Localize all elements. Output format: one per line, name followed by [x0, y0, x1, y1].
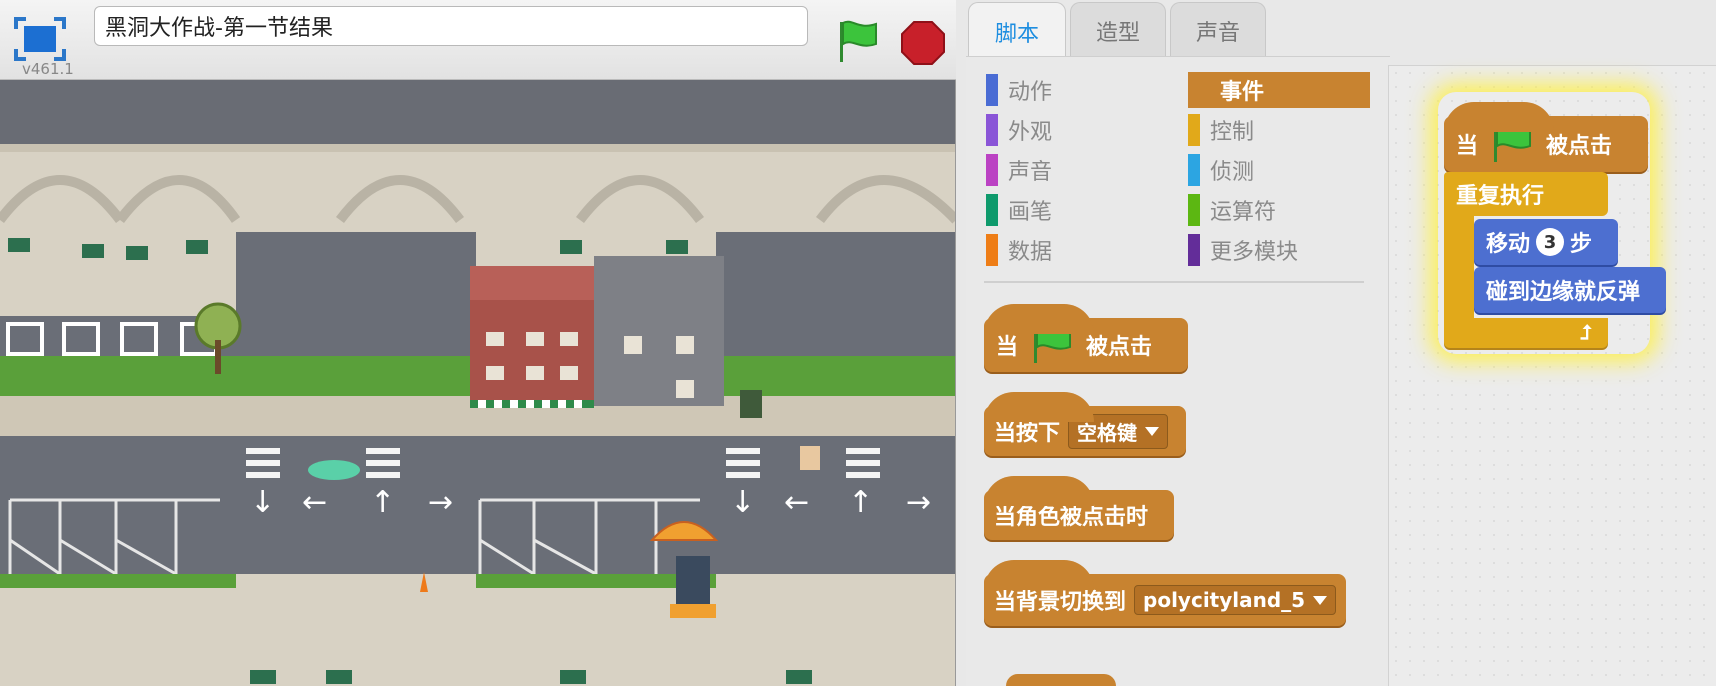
- fullscreen-icon[interactable]: [14, 17, 66, 61]
- forever-block-bottom: ⮥: [1444, 318, 1608, 348]
- category-control[interactable]: 控制: [1188, 112, 1370, 148]
- svg-text:↓: ↓: [250, 485, 275, 520]
- category-events[interactable]: 事件: [1188, 72, 1370, 108]
- category-label: 外观: [1008, 120, 1053, 145]
- block-text: 步: [1570, 232, 1593, 257]
- block-text: 移动: [1486, 232, 1531, 257]
- category-label: 更多模块: [1210, 240, 1299, 265]
- tab-scripts[interactable]: 脚本: [968, 2, 1066, 60]
- steps-input[interactable]: 3: [1536, 228, 1565, 256]
- forever-block[interactable]: 重复执行: [1444, 172, 1608, 216]
- stop-icon[interactable]: [900, 20, 946, 66]
- forever-block-arm: [1444, 216, 1474, 322]
- block-text: 被点击: [1086, 335, 1153, 360]
- block-text: 当按下: [994, 421, 1061, 446]
- when-sprite-clicked-block[interactable]: 当角色被点击时: [984, 476, 1174, 540]
- block-text: 当: [996, 335, 1019, 360]
- category-sensing[interactable]: 侦测: [1188, 152, 1370, 188]
- partial-hat-block: [1006, 674, 1116, 686]
- green-flag-icon: [1034, 326, 1072, 363]
- svg-text:←: ←: [302, 485, 327, 520]
- block-text: 当: [1456, 134, 1479, 159]
- category-pen[interactable]: 画笔: [986, 192, 1166, 228]
- category-operators[interactable]: 运算符: [1188, 192, 1370, 228]
- backdrop-dropdown[interactable]: polycityland_5: [1134, 585, 1337, 615]
- block-text: 当角色被点击时: [994, 505, 1149, 530]
- block-text: 被点击: [1546, 134, 1613, 159]
- tab-costumes[interactable]: 造型: [1070, 2, 1166, 58]
- project-title-input[interactable]: [94, 6, 808, 46]
- version-label: v461.1: [22, 60, 74, 78]
- category-label: 运算符: [1210, 200, 1277, 225]
- category-label: 动作: [1008, 80, 1053, 105]
- svg-text:↑: ↑: [370, 485, 395, 520]
- category-more-blocks[interactable]: 更多模块: [1188, 232, 1370, 268]
- dropdown-value: polycityland_5: [1143, 588, 1306, 612]
- category-list-right: 事件 控制 侦测 运算符 更多模块: [1188, 72, 1370, 268]
- chevron-down-icon: [1313, 595, 1328, 605]
- when-key-pressed-block[interactable]: 当按下 空格键: [984, 392, 1186, 456]
- category-label: 声音: [1008, 160, 1053, 185]
- svg-text:↑: ↑: [848, 485, 873, 520]
- block-text: 重复执行: [1456, 184, 1545, 209]
- category-data[interactable]: 数据: [986, 232, 1166, 268]
- block-text: 当背景切换到: [994, 590, 1127, 615]
- category-motion[interactable]: 动作: [986, 72, 1166, 108]
- green-flag-icon[interactable]: [834, 18, 882, 64]
- category-label: 数据: [1008, 240, 1053, 265]
- category-looks[interactable]: 外观: [986, 112, 1166, 148]
- chevron-down-icon: [1145, 426, 1160, 436]
- category-label: 事件: [1220, 80, 1265, 105]
- category-label: 画笔: [1008, 200, 1053, 225]
- when-flag-clicked-block[interactable]: 当 被点击: [984, 304, 1188, 372]
- svg-text:←: ←: [784, 485, 809, 520]
- loop-arrow-icon: ⮥: [1580, 320, 1592, 344]
- when-backdrop-switches-block[interactable]: 当背景切换到 polycityland_5: [984, 560, 1346, 626]
- svg-text:↓: ↓: [730, 485, 755, 520]
- move-steps-block[interactable]: 移动 3 步: [1474, 219, 1618, 265]
- key-dropdown[interactable]: 空格键: [1068, 413, 1169, 449]
- block-text: 碰到边缘就反弹: [1486, 280, 1641, 305]
- palette-divider: [984, 281, 1364, 283]
- category-sound[interactable]: 声音: [986, 152, 1166, 188]
- green-flag-icon: [1494, 125, 1532, 162]
- tab-sounds[interactable]: 声音: [1170, 2, 1266, 58]
- category-label: 侦测: [1210, 160, 1255, 185]
- category-list-left: 动作 外观 声音 画笔 数据: [986, 72, 1166, 268]
- category-label: 控制: [1210, 120, 1255, 145]
- script-when-flag-block[interactable]: 当 被点击: [1444, 102, 1648, 172]
- stage-canvas[interactable]: ↓ ← ↑ → ↓ ← ↑ →: [0, 80, 956, 686]
- svg-text:→: →: [906, 485, 931, 520]
- svg-text:→: →: [428, 485, 453, 520]
- bounce-on-edge-block[interactable]: 碰到边缘就反弹: [1474, 267, 1666, 313]
- dropdown-value: 空格键: [1077, 420, 1138, 445]
